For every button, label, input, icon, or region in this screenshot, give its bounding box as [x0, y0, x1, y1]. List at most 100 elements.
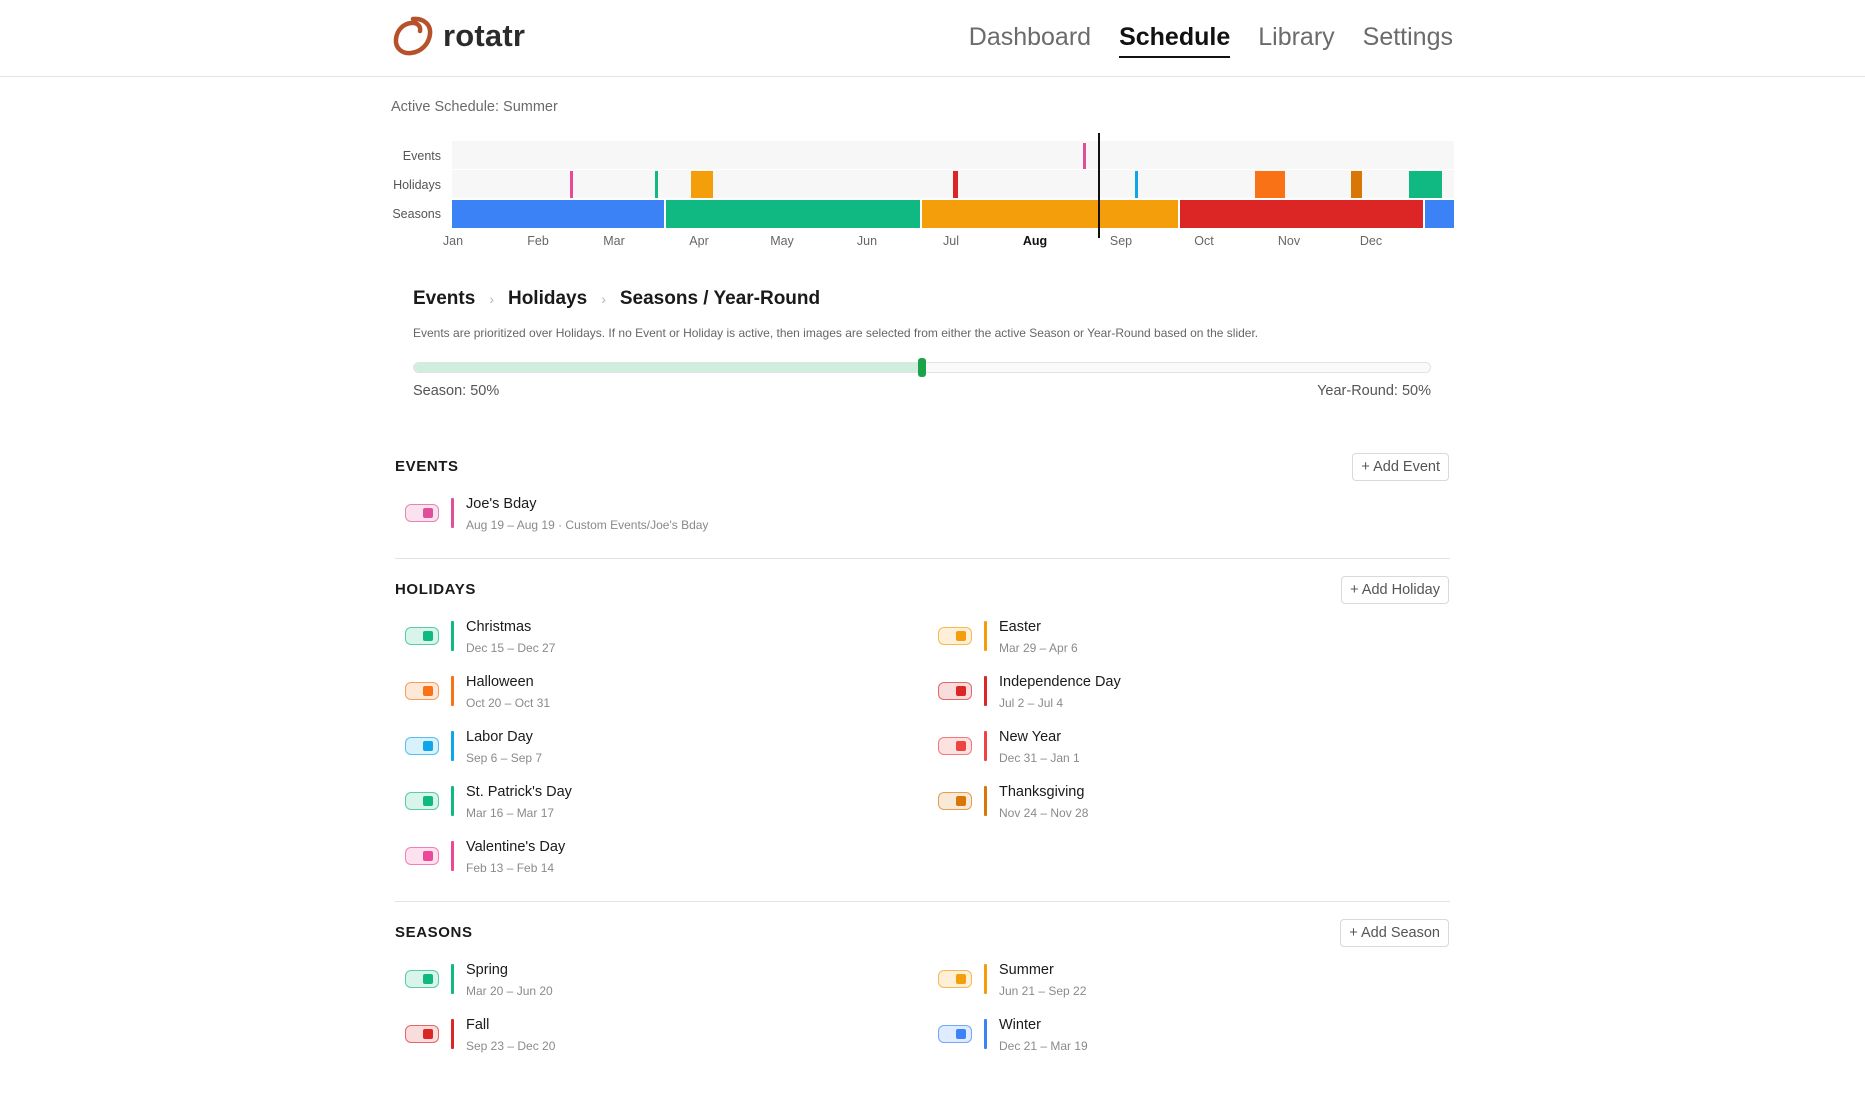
holiday-toggle[interactable]	[938, 627, 972, 645]
holidays-section-title: HOLIDAYS	[395, 581, 476, 598]
holiday-name[interactable]: Independence Day	[999, 674, 1121, 690]
timeline-holiday-halloween[interactable]	[1255, 171, 1285, 198]
events-section-title: EVENTS	[395, 458, 459, 475]
timeline-season-winter[interactable]	[452, 200, 664, 228]
holiday-dates: Oct 20 – Oct 31	[466, 696, 551, 710]
add-season-button[interactable]: + Add Season	[1340, 919, 1449, 947]
holiday-dates: Feb 13 – Feb 14	[466, 861, 555, 875]
holiday-color-bar	[451, 786, 454, 816]
toggle-knob	[956, 686, 966, 696]
holiday-toggle[interactable]	[938, 682, 972, 700]
season-dates: Sep 23 – Dec 20	[466, 1039, 556, 1053]
nav-settings[interactable]: Settings	[1363, 22, 1453, 58]
timeline-holiday-valentines[interactable]	[570, 171, 573, 198]
nav-dashboard[interactable]: Dashboard	[969, 22, 1091, 58]
event-toggle[interactable]	[405, 504, 439, 522]
holiday-name[interactable]: Valentine's Day	[466, 839, 565, 855]
timeline-month-may: May	[770, 234, 794, 248]
holiday-dates: Nov 24 – Nov 28	[999, 806, 1089, 820]
holiday-toggle[interactable]	[405, 847, 439, 865]
priority-crumb-seasons: Seasons / Year-Round	[619, 288, 821, 309]
timeline-holiday-thanksgiving[interactable]	[1351, 171, 1362, 198]
holiday-name[interactable]: St. Patrick's Day	[466, 784, 572, 800]
season-toggle[interactable]	[405, 970, 439, 988]
timeline-holiday-st-patricks[interactable]	[655, 171, 658, 198]
timeline-events-track	[452, 141, 1454, 169]
timeline-season-winter-end[interactable]	[1425, 200, 1454, 228]
holiday-dates: Dec 15 – Dec 27	[466, 641, 556, 655]
holiday-toggle[interactable]	[405, 627, 439, 645]
holiday-name[interactable]: Labor Day	[466, 729, 533, 745]
holiday-toggle[interactable]	[938, 737, 972, 755]
timeline-holidays-track	[452, 170, 1454, 198]
toggle-knob	[423, 741, 433, 751]
timeline-month-apr: Apr	[689, 234, 709, 248]
holiday-name[interactable]: New Year	[999, 729, 1061, 745]
season-dates: Dec 21 – Mar 19	[999, 1039, 1088, 1053]
nav-library[interactable]: Library	[1258, 22, 1334, 58]
timeline-row-label-holidays: Holidays	[393, 178, 441, 192]
holiday-name[interactable]: Christmas	[466, 619, 531, 635]
holiday-color-bar	[451, 621, 454, 651]
timeline-row-label-seasons: Seasons	[392, 207, 441, 221]
holiday-color-bar	[984, 731, 987, 761]
yearround-percent-label: Year-Round: 50%	[1317, 383, 1431, 399]
timeline-month-aug: Aug	[1022, 234, 1048, 248]
timeline-month-jul: Jul	[943, 234, 959, 248]
seasons-section-title: SEASONS	[395, 924, 473, 941]
holiday-item-christmas: Christmas Dec 15 – Dec 27	[395, 619, 895, 663]
season-name[interactable]: Summer	[999, 962, 1054, 978]
chevron-right-icon: ›	[489, 291, 494, 307]
holiday-toggle[interactable]	[405, 792, 439, 810]
holiday-toggle[interactable]	[938, 792, 972, 810]
app-logo[interactable]: rotatr	[391, 14, 525, 58]
active-schedule-label: Active Schedule: Summer	[391, 99, 558, 115]
season-name[interactable]: Winter	[999, 1017, 1041, 1033]
season-name[interactable]: Spring	[466, 962, 508, 978]
slider-handle[interactable]	[918, 358, 926, 377]
holiday-name[interactable]: Thanksgiving	[999, 784, 1084, 800]
timeline-season-summer[interactable]	[922, 200, 1178, 228]
holiday-color-bar	[984, 621, 987, 651]
slider-fill	[414, 363, 922, 372]
holiday-dates: Mar 16 – Mar 17	[466, 806, 555, 820]
season-toggle[interactable]	[405, 1025, 439, 1043]
toggle-knob	[956, 741, 966, 751]
holiday-color-bar	[451, 841, 454, 871]
season-name[interactable]: Fall	[466, 1017, 489, 1033]
chevron-right-icon: ›	[601, 291, 606, 307]
season-toggle[interactable]	[938, 1025, 972, 1043]
holiday-name[interactable]: Halloween	[466, 674, 534, 690]
holiday-item-easter: Easter Mar 29 – Apr 6	[928, 619, 1428, 663]
timeline-holiday-independence-day[interactable]	[953, 171, 958, 198]
holiday-color-bar	[984, 676, 987, 706]
section-divider	[395, 901, 1450, 902]
priority-crumb-holidays: Holidays	[507, 288, 588, 309]
timeline-event-joes-bday[interactable]	[1083, 143, 1086, 169]
holiday-toggle[interactable]	[405, 737, 439, 755]
toggle-knob	[423, 974, 433, 984]
event-name[interactable]: Joe's Bday	[466, 496, 536, 512]
timeline-season-spring[interactable]	[666, 200, 920, 228]
holiday-toggle[interactable]	[405, 682, 439, 700]
priority-breadcrumb: Events › Holidays › Seasons / Year-Round	[413, 288, 820, 310]
add-event-button[interactable]: + Add Event	[1352, 453, 1449, 481]
season-toggle[interactable]	[938, 970, 972, 988]
add-holiday-button[interactable]: + Add Holiday	[1341, 576, 1449, 604]
season-dates: Jun 21 – Sep 22	[999, 984, 1087, 998]
timeline-holiday-christmas[interactable]	[1409, 171, 1442, 198]
toggle-knob	[423, 796, 433, 806]
season-item-fall: Fall Sep 23 – Dec 20	[395, 1017, 895, 1061]
season-item-spring: Spring Mar 20 – Jun 20	[395, 962, 895, 1006]
holiday-name[interactable]: Easter	[999, 619, 1041, 635]
timeline-season-fall[interactable]	[1180, 200, 1423, 228]
season-dates: Mar 20 – Jun 20	[466, 984, 553, 998]
holiday-color-bar	[451, 731, 454, 761]
toggle-knob	[423, 686, 433, 696]
nav-schedule[interactable]: Schedule	[1119, 22, 1231, 58]
timeline-holiday-labor-day[interactable]	[1135, 171, 1138, 198]
main-nav: Dashboard Schedule Library Settings	[969, 22, 1453, 58]
timeline-holiday-easter[interactable]	[691, 171, 713, 198]
season-item-winter: Winter Dec 21 – Mar 19	[928, 1017, 1428, 1061]
holiday-color-bar	[451, 676, 454, 706]
